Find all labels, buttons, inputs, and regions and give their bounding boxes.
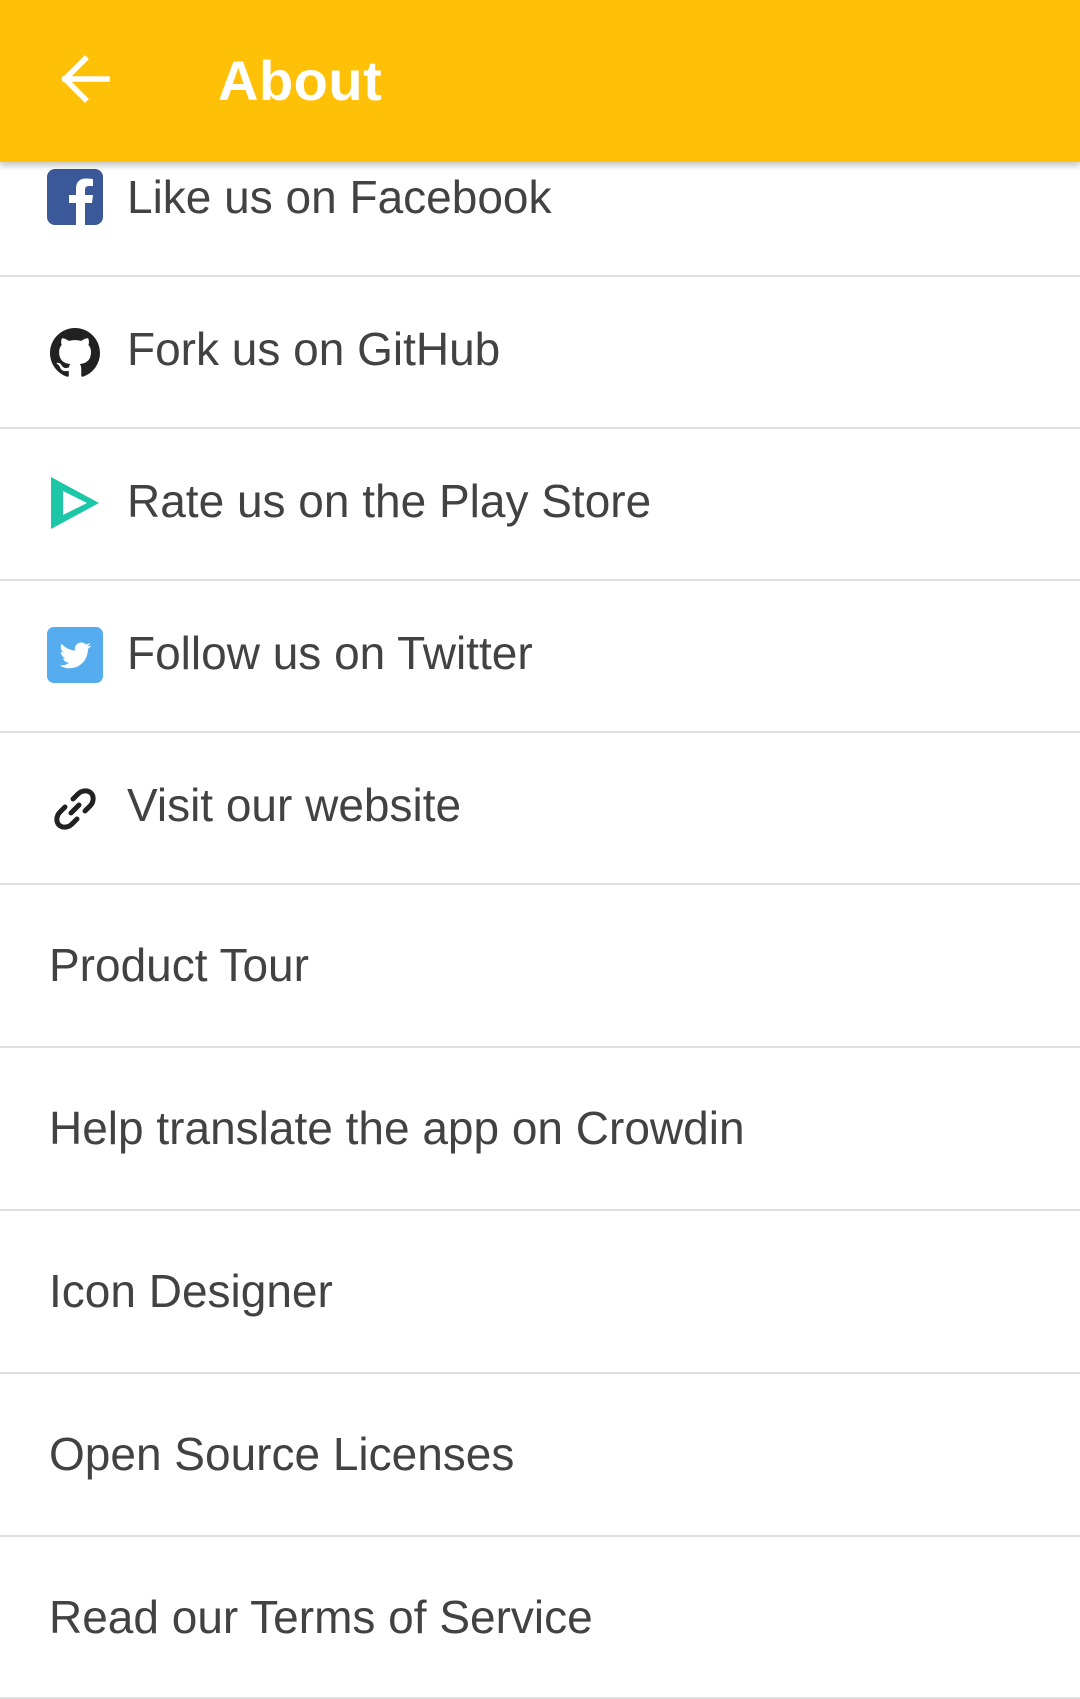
page-title: About (218, 49, 383, 112)
about-screen: Like us on Facebook Fork us on GitHub Ra… (0, 0, 1080, 1699)
list-item-label: Fork us on GitHub (127, 323, 501, 375)
link-icon (47, 781, 103, 837)
list-item-label: Rate us on the Play Store (127, 475, 652, 527)
list-item-terms[interactable]: Read our Terms of Service (0, 1537, 1080, 1699)
list-item-label: Open Source Licenses (49, 1428, 515, 1480)
back-arrow-icon (57, 51, 113, 112)
list-item-label: Read our Terms of Service (49, 1591, 593, 1643)
github-icon (47, 325, 103, 381)
list-item-github[interactable]: Fork us on GitHub (0, 277, 1080, 429)
list-item-label: Follow us on Twitter (127, 627, 533, 679)
facebook-icon (47, 169, 103, 225)
play-store-icon (47, 475, 103, 531)
list-item-label: Like us on Facebook (127, 171, 552, 223)
list-item-label: Visit our website (127, 779, 462, 831)
list-item-icon-designer[interactable]: Icon Designer (0, 1211, 1080, 1374)
twitter-icon (47, 627, 103, 683)
back-button[interactable] (40, 36, 130, 126)
list-item-play-store[interactable]: Rate us on the Play Store (0, 429, 1080, 581)
list-item-label: Product Tour (49, 939, 309, 991)
list-item-twitter[interactable]: Follow us on Twitter (0, 581, 1080, 733)
list-item-licenses[interactable]: Open Source Licenses (0, 1374, 1080, 1537)
app-bar: About (0, 0, 1080, 162)
list-item-website[interactable]: Visit our website (0, 733, 1080, 885)
list-item-translate[interactable]: Help translate the app on Crowdin (0, 1048, 1080, 1211)
list-item-product-tour[interactable]: Product Tour (0, 885, 1080, 1048)
list-item-label: Icon Designer (49, 1265, 333, 1317)
list-item-label: Help translate the app on Crowdin (49, 1102, 745, 1154)
